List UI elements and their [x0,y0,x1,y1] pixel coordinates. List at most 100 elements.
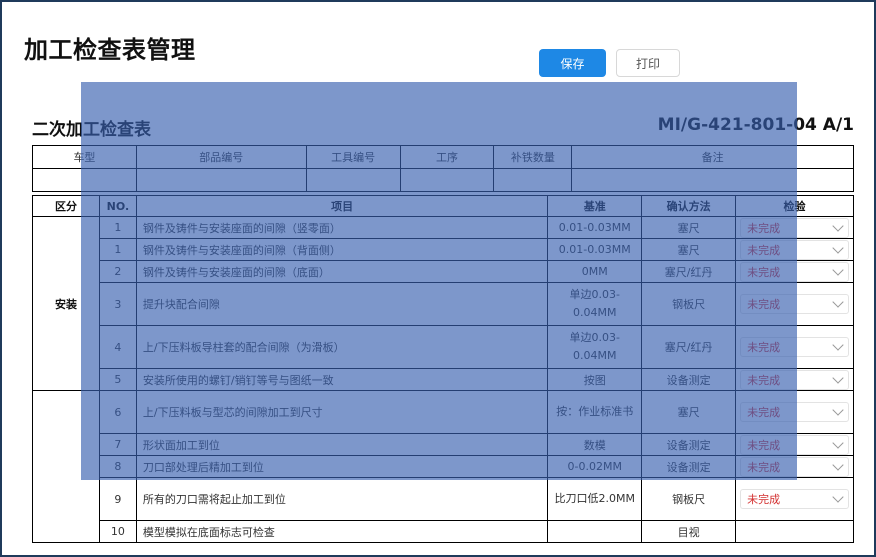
row-method: 塞尺 [641,238,737,261]
status-select[interactable]: 未完成 [740,261,849,282]
table-row: 安装 1 钢件及铸件与安装座面的间隙（竖零面） 0.01-0.03MM 塞尺 未… [32,216,854,391]
chevron-down-icon [832,436,844,449]
print-button[interactable]: 打印 [616,49,680,77]
category-cell: 安装 [32,216,100,391]
status-select[interactable]: 未完成 [740,402,849,422]
row-item: 形状面加工到位 [135,433,549,456]
row-standard [547,520,643,543]
row-status-cell: 未完成 [735,260,854,283]
status-value: 未完成 [747,243,781,257]
row-item: 提升块配合间隙 [135,282,549,326]
row-no: 7 [98,433,137,456]
table-row: 9 所有的刀口需将起止加工到位 比刀口低2.0MM 钢板尺 未完成 [33,477,854,521]
chevron-down-icon [832,458,844,471]
row-standard: 单边0.03-0.04MM [547,282,643,326]
header-col-remarks: 备注 [571,145,854,169]
row-item: 上/下压料板与型芯的间隙加工到尺寸 [135,390,549,434]
row-standard: 数模 [547,433,643,456]
row-no: 6 [98,390,137,434]
table-row: 5 安装所使用的螺钉/销钉等号与图纸一致 按图 设备测定 未完成 [33,368,854,391]
row-status-cell [735,520,854,543]
header-col-part-number: 部品编号 [135,145,307,169]
app-frame: 加工检查表管理 保存 打印 二次加工检查表 MI/G-421-801-04 A/… [0,0,876,557]
row-no: 5 [98,368,137,391]
row-standard: 0.01-0.03MM [547,216,643,239]
status-select[interactable]: 未完成 [740,456,849,477]
row-standard: 0.01-0.03MM [547,238,643,261]
header-col-vehicle-type: 车型 [32,145,137,169]
row-item: 钢件及铸件与安装座面的间隙（底面） [135,260,549,283]
status-select[interactable]: 未完成 [740,294,849,314]
row-method: 塞尺/红丹 [641,260,737,283]
chevron-down-icon [832,371,844,384]
status-value: 未完成 [747,221,781,235]
chevron-down-icon [832,263,844,276]
row-no: 8 [98,455,137,478]
row-no: 1 [98,216,137,239]
row-standard: 按图 [547,368,643,391]
row-method: 设备测定 [641,368,737,391]
status-select[interactable]: 未完成 [740,434,849,455]
table-row: 1 钢件及铸件与安装座面的间隙（背面侧） 0.01-0.03MM 塞尺 未完成 [33,238,854,261]
table-row: 7 形状面加工到位 数模 设备测定 未完成 [33,433,854,456]
category-cell-empty [32,390,100,543]
status-select[interactable]: 未完成 [740,239,849,260]
header-info-labels: 车型 部品编号 工具编号 工序 补铁数量 备注 [32,145,854,169]
table-row: 3 提升块配合间隙 单边0.03-0.04MM 钢板尺 未完成 [33,282,854,326]
row-no: 9 [98,477,137,521]
header-info-table: 车型 部品编号 工具编号 工序 补铁数量 备注 [32,145,854,192]
row-item: 安装所使用的螺钉/销钉等号与图纸一致 [135,368,549,391]
chevron-down-icon [832,404,844,416]
row-no: 3 [98,282,137,326]
status-select[interactable]: 未完成 [740,369,849,390]
process-field[interactable] [399,168,495,192]
row-item: 上/下压料板导柱套的配合间隙（为滑板） [135,325,549,369]
chevron-down-icon [832,241,844,254]
part-number-field[interactable] [135,168,307,192]
row-standard: 比刀口低2.0MM [547,477,643,521]
row-method: 塞尺 [641,216,737,239]
document-code: MI/G-421-801-04 A/1 [657,115,854,135]
chevron-down-icon [832,296,844,308]
row-status-cell: 未完成 [735,238,854,261]
status-value: 未完成 [747,265,781,279]
status-value: 未完成 [747,298,781,311]
status-select[interactable]: 未完成 [740,489,849,509]
status-value: 未完成 [747,493,781,506]
header-col-tool-number: 工具编号 [305,145,401,169]
chevron-down-icon [832,339,844,351]
form-title: 二次加工检查表 [32,120,151,140]
row-method: 塞尺/红丹 [641,325,737,369]
table-row: 4 上/下压料板导柱套的配合间隙（为滑板） 单边0.03-0.04MM 塞尺/红… [33,325,854,369]
row-status-cell: 未完成 [735,216,854,239]
row-status-cell: 未完成 [735,325,854,369]
row-no: 1 [98,238,137,261]
col-category: 区分 [32,195,100,217]
row-standard: 0-0.02MM [547,455,643,478]
row-no: 4 [98,325,137,369]
row-item: 刀口部处理后精加工到位 [135,455,549,478]
vehicle-type-field[interactable] [32,168,137,192]
quantity-field[interactable] [493,168,573,192]
table-row: 10 模型模拟在底面标志可检查 目视 [33,520,854,543]
remarks-field[interactable] [571,168,854,192]
row-status-cell: 未完成 [735,282,854,326]
row-standard: 0MM [547,260,643,283]
row-item: 模型模拟在底面标志可检查 [135,520,549,543]
status-select[interactable]: 未完成 [740,337,849,357]
status-value: 未完成 [747,373,781,387]
row-item: 所有的刀口需将起止加工到位 [135,477,549,521]
row-method: 钢板尺 [641,477,737,521]
inspection-table: 区分 NO. 项目 基准 确认方法 检验 安装 1 钢件及铸件与安装座面的间隙（… [32,195,854,543]
save-button[interactable]: 保存 [539,49,606,77]
inspection-table-header: 区分 NO. 项目 基准 确认方法 检验 [32,195,854,217]
row-status-cell: 未完成 [735,477,854,521]
table-row: 6 上/下压料板与型芯的间隙加工到尺寸 按：作业标准书 塞尺 未完成 [32,390,854,543]
status-value: 未完成 [747,460,781,474]
row-standard: 单边0.03-0.04MM [547,325,643,369]
col-no: NO. [98,195,137,217]
tool-number-field[interactable] [305,168,401,192]
row-method: 设备测定 [641,455,737,478]
row-no: 10 [98,520,137,543]
status-select[interactable]: 未完成 [740,217,849,238]
